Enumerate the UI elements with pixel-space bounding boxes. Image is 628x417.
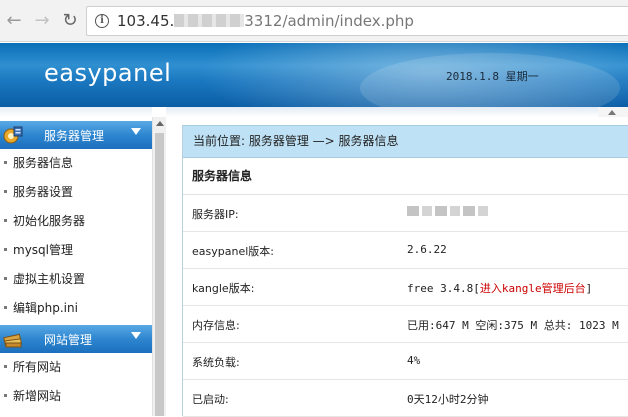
- server-gear-icon: [2, 124, 24, 146]
- sidebar-item-label: 初始化服务器: [13, 214, 86, 228]
- header-date: 2018.1.8 星期一: [446, 70, 539, 83]
- bullet-icon: [4, 277, 7, 280]
- bullet-icon: [4, 365, 7, 368]
- sidebar-item-server-settings[interactable]: 服务器设置: [0, 178, 152, 207]
- row-label: 内存信息:: [192, 319, 240, 332]
- info-row-load: 系统负载: 4%: [183, 343, 628, 380]
- row-value: 已用:647 M 空闲:375 M 总共: 1023 M: [407, 319, 619, 332]
- sidebar-item-label: 服务器设置: [13, 185, 74, 199]
- scrollbar-thumb[interactable]: [155, 133, 164, 416]
- main-content: 当前位置: 服务器管理 —> 服务器信息 服务器信息 服务器IP: easypa…: [166, 107, 628, 417]
- sidebar-item-all-sites[interactable]: 所有网站: [0, 353, 152, 382]
- kangle-version-text: free 3.4.8: [407, 282, 474, 295]
- arrow-right-icon[interactable]: →: [32, 10, 52, 32]
- info-icon[interactable]: i: [95, 14, 109, 28]
- url-text: 103.45. 3312/admin/index.php: [117, 12, 414, 30]
- scroll-up-icon[interactable]: [156, 121, 164, 126]
- row-label: 系统负载:: [192, 356, 240, 369]
- reload-icon[interactable]: ↻: [60, 10, 80, 32]
- sidebar-item-init-server[interactable]: 初始化服务器: [0, 207, 152, 236]
- kangle-admin-link[interactable]: 进入kangle管理后台: [480, 282, 586, 295]
- menu-group-title: 服务器管理: [44, 129, 105, 143]
- main-scroll-up-icon[interactable]: [598, 107, 628, 117]
- books-icon: [2, 328, 24, 350]
- ip-redacted: [407, 206, 491, 216]
- sidebar-item-mysql[interactable]: mysql管理: [0, 236, 152, 265]
- brand-logo: easypanel: [44, 59, 172, 87]
- sidebar-item-label: 编辑php.ini: [13, 301, 78, 315]
- bullet-icon: [4, 306, 7, 309]
- bullet-icon: [4, 190, 7, 193]
- row-label: 服务器IP:: [192, 208, 239, 221]
- info-panel: 当前位置: 服务器管理 —> 服务器信息 服务器信息 服务器IP: easypa…: [182, 125, 628, 417]
- sidebar-item-label: mysql管理: [13, 243, 73, 257]
- header-banner: easypanel 2018.1.8 星期一: [0, 43, 628, 107]
- bracket-open: [: [473, 282, 480, 295]
- menu-group-title: 网站管理: [44, 333, 93, 347]
- menu-group-sites[interactable]: 网站管理: [0, 325, 152, 353]
- info-row-kangle-version: kangle版本: free 3.4.8[进入kangle管理后台]: [183, 269, 628, 306]
- bullet-icon: [4, 248, 7, 251]
- sidebar-top-shade: [0, 107, 152, 117]
- triangle-down-icon[interactable]: [131, 332, 141, 339]
- row-value: 2.6.22: [407, 243, 447, 256]
- bracket-close: ]: [585, 282, 593, 295]
- address-bar[interactable]: i 103.45. 3312/admin/index.php: [86, 6, 628, 36]
- sidebar-item-server-info[interactable]: 服务器信息: [0, 149, 152, 178]
- sidebar: 服务器管理 服务器信息 服务器设置 初始化服务器 mysql管理 虚拟主机设置 …: [0, 107, 152, 416]
- info-row-easypanel-version: easypanel版本: 2.6.22: [183, 232, 628, 269]
- row-value: 0天12小时2分钟: [407, 393, 489, 406]
- sidebar-item-label: 新增网站: [13, 389, 62, 403]
- breadcrumb: 当前位置: 服务器管理 —> 服务器信息: [183, 125, 628, 158]
- url-redacted: [174, 14, 245, 27]
- info-row-memory: 内存信息: 已用:647 M 空闲:375 M 总共: 1023 M: [183, 306, 628, 343]
- sidebar-item-label: 服务器信息: [13, 156, 74, 170]
- row-value: 4%: [407, 354, 421, 367]
- sidebar-item-label: 虚拟主机设置: [13, 272, 86, 286]
- arrow-left-icon[interactable]: ←: [4, 10, 24, 32]
- main-top-shade: [166, 107, 628, 117]
- row-value: free 3.4.8[进入kangle管理后台]: [407, 280, 592, 296]
- browser-toolbar: ← → ↻ i 103.45. 3312/admin/index.php: [0, 0, 628, 42]
- url-host-prefix: 103.45.: [117, 12, 175, 30]
- url-path: 3312/admin/index.php: [244, 12, 414, 30]
- row-label: 已启动:: [192, 393, 229, 406]
- row-label: kangle版本:: [192, 282, 255, 295]
- info-row-uptime: 已启动: 0天12小时2分钟: [183, 380, 628, 417]
- triangle-down-icon[interactable]: [131, 128, 141, 135]
- row-label: easypanel版本:: [192, 245, 274, 258]
- sidebar-item-new-site[interactable]: 新增网站: [0, 382, 152, 411]
- sidebar-scrollbar[interactable]: [152, 117, 166, 416]
- sidebar-item-edit-phpini[interactable]: 编辑php.ini: [0, 294, 152, 323]
- sidebar-item-vhost-settings[interactable]: 虚拟主机设置: [0, 265, 152, 294]
- row-value-ip-redacted: [407, 206, 491, 219]
- bullet-icon: [4, 219, 7, 222]
- sidebar-item-label: 所有网站: [13, 360, 62, 374]
- bullet-icon: [4, 161, 7, 164]
- info-row-ip: 服务器IP:: [183, 195, 628, 232]
- menu-group-server[interactable]: 服务器管理: [0, 121, 152, 149]
- bullet-icon: [4, 394, 7, 397]
- section-title: 服务器信息: [183, 158, 628, 195]
